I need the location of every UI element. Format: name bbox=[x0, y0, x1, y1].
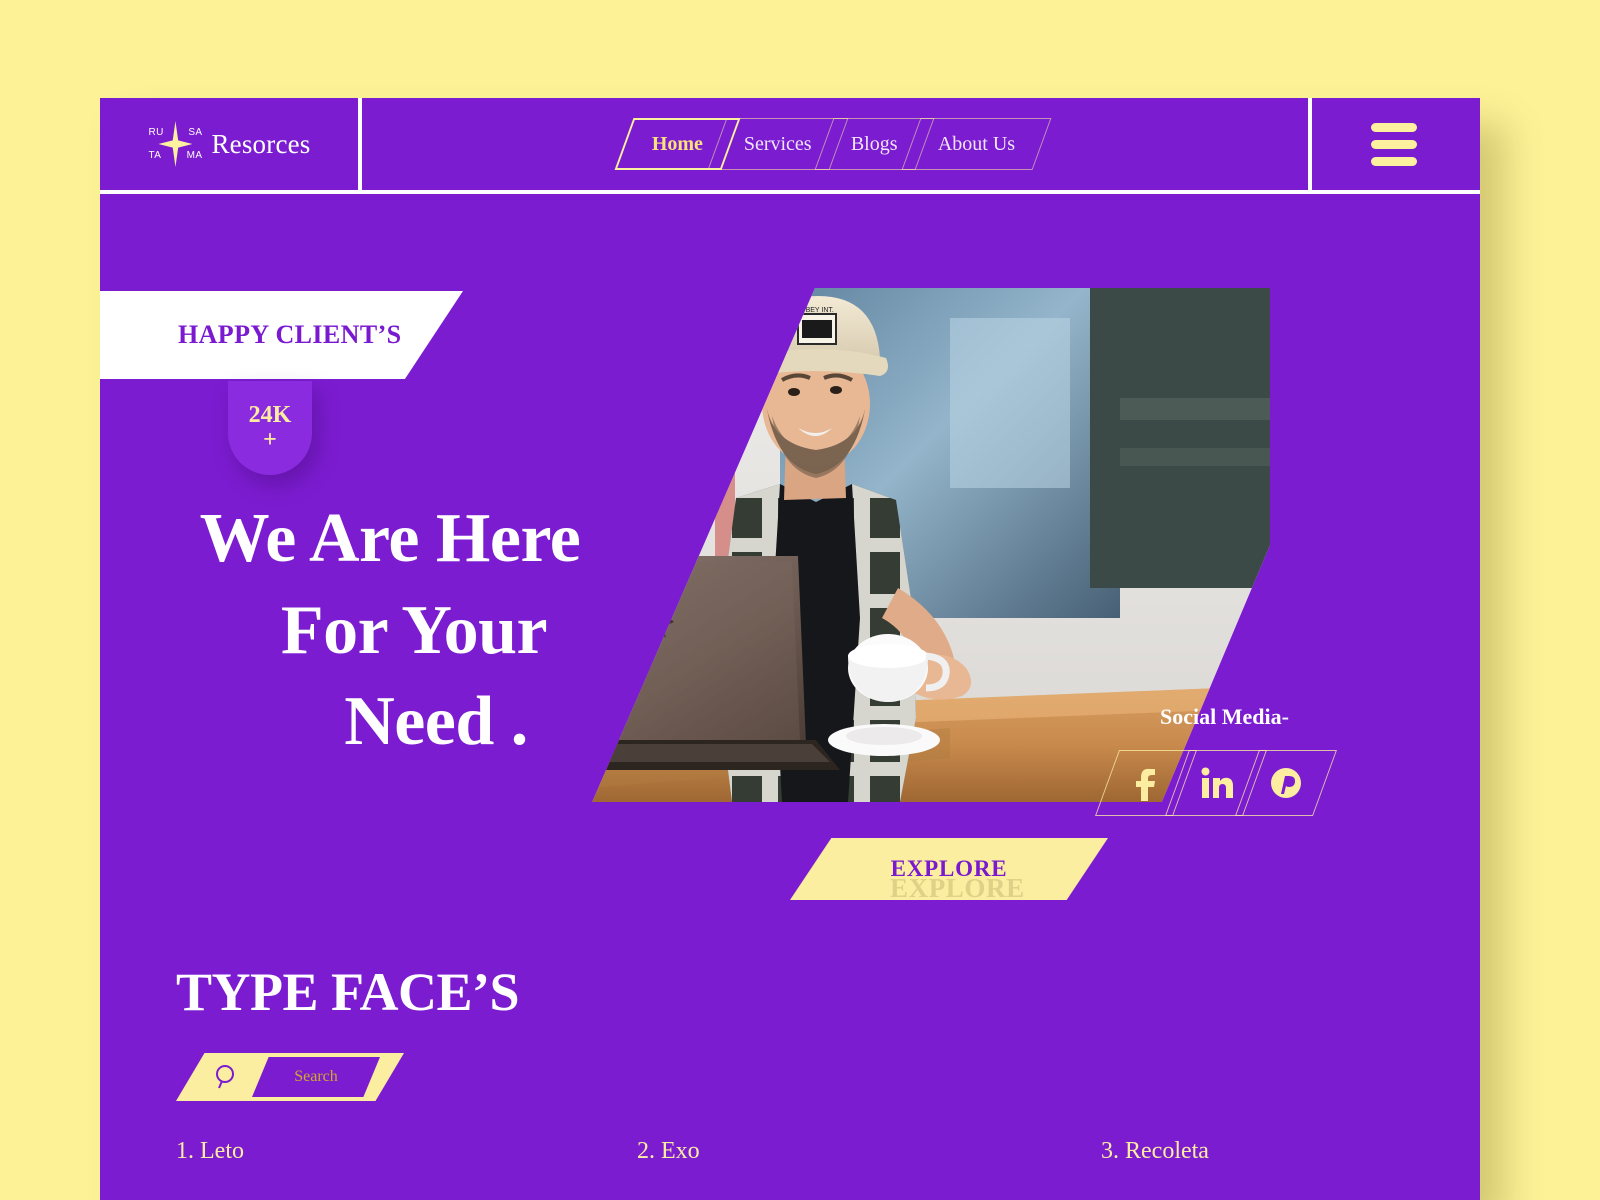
svg-text:OBEY INT.: OBEY INT. bbox=[800, 307, 834, 314]
logo-abbr-top-left: RU bbox=[148, 127, 164, 138]
brand-logo[interactable]: RU SA TA MA Resorces bbox=[100, 98, 358, 190]
clients-count-value: 24K bbox=[248, 401, 292, 428]
nav-label-home: Home bbox=[651, 132, 703, 155]
explore-button-label: EXPLORE bbox=[890, 856, 1008, 881]
happy-clients-label: HAPPY CLIENT’S bbox=[178, 320, 402, 349]
site-header: RU SA TA MA Resorces Home Services Blogs bbox=[100, 98, 1480, 194]
logo-abbr-top-right: SA bbox=[188, 127, 203, 138]
facebook-f-svg bbox=[1136, 768, 1155, 801]
clients-count-badge: 24K + bbox=[228, 381, 312, 475]
logo-star-mark: RU SA TA MA bbox=[147, 120, 203, 168]
magnifier-icon bbox=[214, 1064, 240, 1095]
social-media-links bbox=[1094, 750, 1338, 816]
magnifier-svg bbox=[216, 1065, 234, 1089]
clients-count-suffix: + bbox=[263, 427, 277, 453]
hamburger-bar-3 bbox=[1371, 156, 1417, 166]
hamburger-bar-2 bbox=[1371, 139, 1417, 149]
header-underline bbox=[100, 190, 1480, 194]
typefaces-title: TYPE FACE’S bbox=[176, 962, 520, 1022]
typeface-item-3[interactable]: 3. Recoleta bbox=[1101, 1138, 1209, 1165]
logo-abbr-bottom-right: MA bbox=[186, 150, 203, 161]
linkedin-glyph bbox=[1199, 766, 1233, 800]
typeface-item-2[interactable]: 2. Exo bbox=[637, 1138, 700, 1165]
typeface-search-bar[interactable]: Search bbox=[176, 1053, 404, 1101]
logo-abbr-bottom-left: TA bbox=[148, 150, 162, 161]
happy-clients-banner: HAPPY CLIENT’S bbox=[100, 291, 463, 379]
headline-line-3: Need . bbox=[344, 683, 528, 761]
typeface-item-1[interactable]: 1. Leto bbox=[176, 1138, 244, 1165]
nav-list: Home Services Blogs About Us bbox=[614, 118, 1052, 170]
landing-page-card: RU SA TA MA Resorces Home Services Blogs bbox=[100, 98, 1480, 1200]
search-input-field[interactable]: Search bbox=[252, 1057, 380, 1097]
nav-item-about-us[interactable]: About Us bbox=[901, 118, 1052, 170]
main-navigation: Home Services Blogs About Us bbox=[358, 98, 1308, 190]
hamburger-menu-icon[interactable] bbox=[1308, 98, 1480, 190]
pinterest-p-svg bbox=[1271, 768, 1301, 798]
hamburger-bar-1 bbox=[1371, 122, 1417, 132]
search-placeholder: Search bbox=[294, 1068, 338, 1085]
pinterest-glyph bbox=[1269, 766, 1303, 800]
nav-label-blogs: Blogs bbox=[851, 132, 899, 155]
nav-label-about-us: About Us bbox=[938, 132, 1016, 155]
linkedin-in-svg bbox=[1201, 767, 1233, 798]
social-media-label: Social Media- bbox=[1160, 704, 1289, 729]
facebook-glyph bbox=[1133, 763, 1159, 803]
typeface-list: 1. Leto 2. Exo 3. Recoleta bbox=[100, 1138, 1480, 1200]
brand-wordmark: Resorces bbox=[211, 128, 311, 159]
explore-button[interactable]: EXPLORE bbox=[790, 838, 1108, 900]
hero-headline: We Are Here For Your Need . bbox=[140, 493, 640, 768]
headline-line-1: We Are Here bbox=[199, 500, 581, 577]
headline-line-2: For Your bbox=[280, 591, 548, 669]
nav-label-services: Services bbox=[743, 132, 812, 155]
